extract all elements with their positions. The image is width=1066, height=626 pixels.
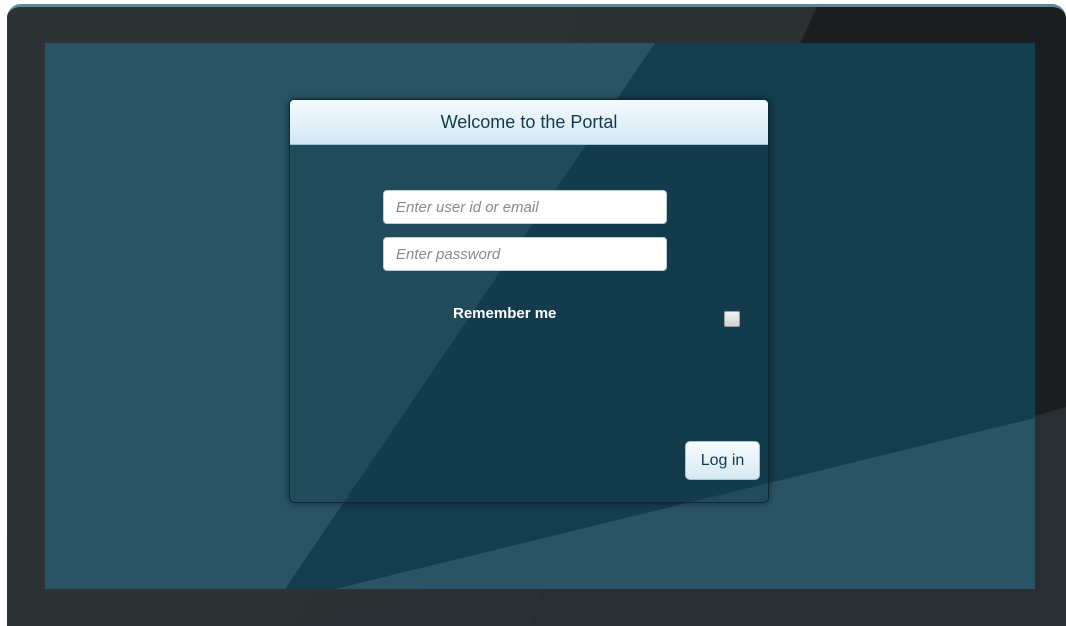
login-panel: Welcome to the Portal Remember me Log in — [289, 99, 769, 503]
user-id-input[interactable] — [383, 190, 667, 224]
password-input[interactable] — [383, 237, 667, 271]
login-button[interactable]: Log in — [685, 441, 760, 480]
remember-me-label: Remember me — [453, 305, 557, 322]
remember-me-checkbox[interactable] — [724, 311, 740, 327]
login-panel-title: Welcome to the Portal — [290, 100, 768, 145]
